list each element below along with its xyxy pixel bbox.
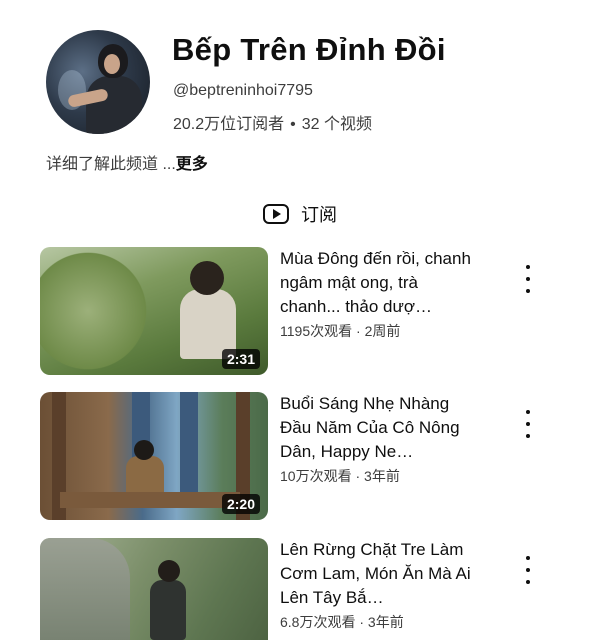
video-age: 3年前 bbox=[367, 614, 404, 630]
subscriber-count: 20.2万位订阅者 bbox=[173, 116, 285, 133]
video-views: 6.8万次观看 bbox=[280, 614, 356, 630]
meta-separator: · bbox=[351, 468, 365, 484]
thumbnail-person-body bbox=[126, 456, 164, 496]
video-views: 1195次观看 bbox=[280, 323, 353, 339]
avatar-figure-body bbox=[86, 76, 142, 134]
channel-header: Bếp Trên Đỉnh Đồi @beptreninhoi7795 20.2… bbox=[46, 30, 566, 140]
channel-handle: @beptreninhoi7795 bbox=[173, 82, 313, 99]
video-count: 32 个视频 bbox=[301, 116, 373, 133]
video-duration: 2:20 bbox=[221, 494, 260, 514]
thumbnail-table bbox=[60, 492, 240, 508]
more-options-icon[interactable] bbox=[518, 556, 538, 584]
about-more-link[interactable]: 更多 bbox=[176, 156, 208, 173]
subscribe-label: 订阅 bbox=[301, 205, 337, 225]
subscribe-button[interactable]: 订阅 bbox=[0, 200, 600, 228]
video-thumbnail[interactable]: 2:20 bbox=[40, 392, 268, 520]
meta-separator: · bbox=[352, 323, 365, 339]
thumbnail-curtain bbox=[180, 392, 198, 502]
avatar-figure-face bbox=[104, 54, 120, 74]
play-box-icon bbox=[263, 204, 289, 224]
video-item[interactable]: 2:20 Buổi Sáng Nhẹ Nhàng Đầu Năm Của Cô … bbox=[40, 392, 560, 524]
thumbnail-foliage bbox=[40, 247, 160, 375]
video-age: 3年前 bbox=[364, 468, 400, 484]
video-views: 10万次观看 bbox=[280, 468, 352, 484]
video-duration: 2:31 bbox=[221, 349, 260, 369]
thumbnail-person-head bbox=[190, 261, 224, 295]
channel-stats: 20.2万位订阅者 • 32 个视频 bbox=[173, 110, 372, 134]
video-meta: 10万次观看 · 3年前 bbox=[280, 466, 400, 486]
channel-avatar[interactable] bbox=[46, 30, 150, 134]
thumbnail-rock bbox=[40, 538, 130, 640]
video-meta: 6.8万次观看 · 3年前 bbox=[280, 612, 404, 632]
video-age: 2周前 bbox=[364, 323, 401, 339]
channel-about-link[interactable]: 详细了解此频道 ...更多 bbox=[46, 150, 208, 174]
more-options-icon[interactable] bbox=[518, 265, 538, 293]
channel-title: Bếp Trên Đỉnh Đồi bbox=[172, 32, 446, 67]
video-title[interactable]: Mùa Đông đến rồi, chanh ngâm mật ong, tr… bbox=[280, 247, 480, 319]
video-item[interactable]: 2:31 Mùa Đông đến rồi, chanh ngâm mật on… bbox=[40, 247, 560, 379]
thumbnail-person-head bbox=[158, 560, 180, 582]
video-meta: 1195次观看 · 2周前 bbox=[280, 321, 400, 341]
video-thumbnail[interactable] bbox=[40, 538, 268, 640]
meta-separator: · bbox=[355, 614, 368, 630]
about-text: 详细了解此频道 ... bbox=[46, 156, 176, 173]
thumbnail-person-head bbox=[134, 440, 154, 460]
more-options-icon[interactable] bbox=[518, 410, 538, 438]
video-title[interactable]: Lên Rừng Chặt Tre Làm Cơm Lam, Món Ăn Mà… bbox=[280, 538, 480, 610]
thumbnail-person-body bbox=[150, 580, 186, 640]
stats-separator: • bbox=[290, 116, 296, 133]
video-title[interactable]: Buổi Sáng Nhẹ Nhàng Đầu Năm Của Cô Nông … bbox=[280, 392, 480, 464]
video-item[interactable]: Lên Rừng Chặt Tre Làm Cơm Lam, Món Ăn Mà… bbox=[40, 538, 560, 640]
video-thumbnail[interactable]: 2:31 bbox=[40, 247, 268, 375]
